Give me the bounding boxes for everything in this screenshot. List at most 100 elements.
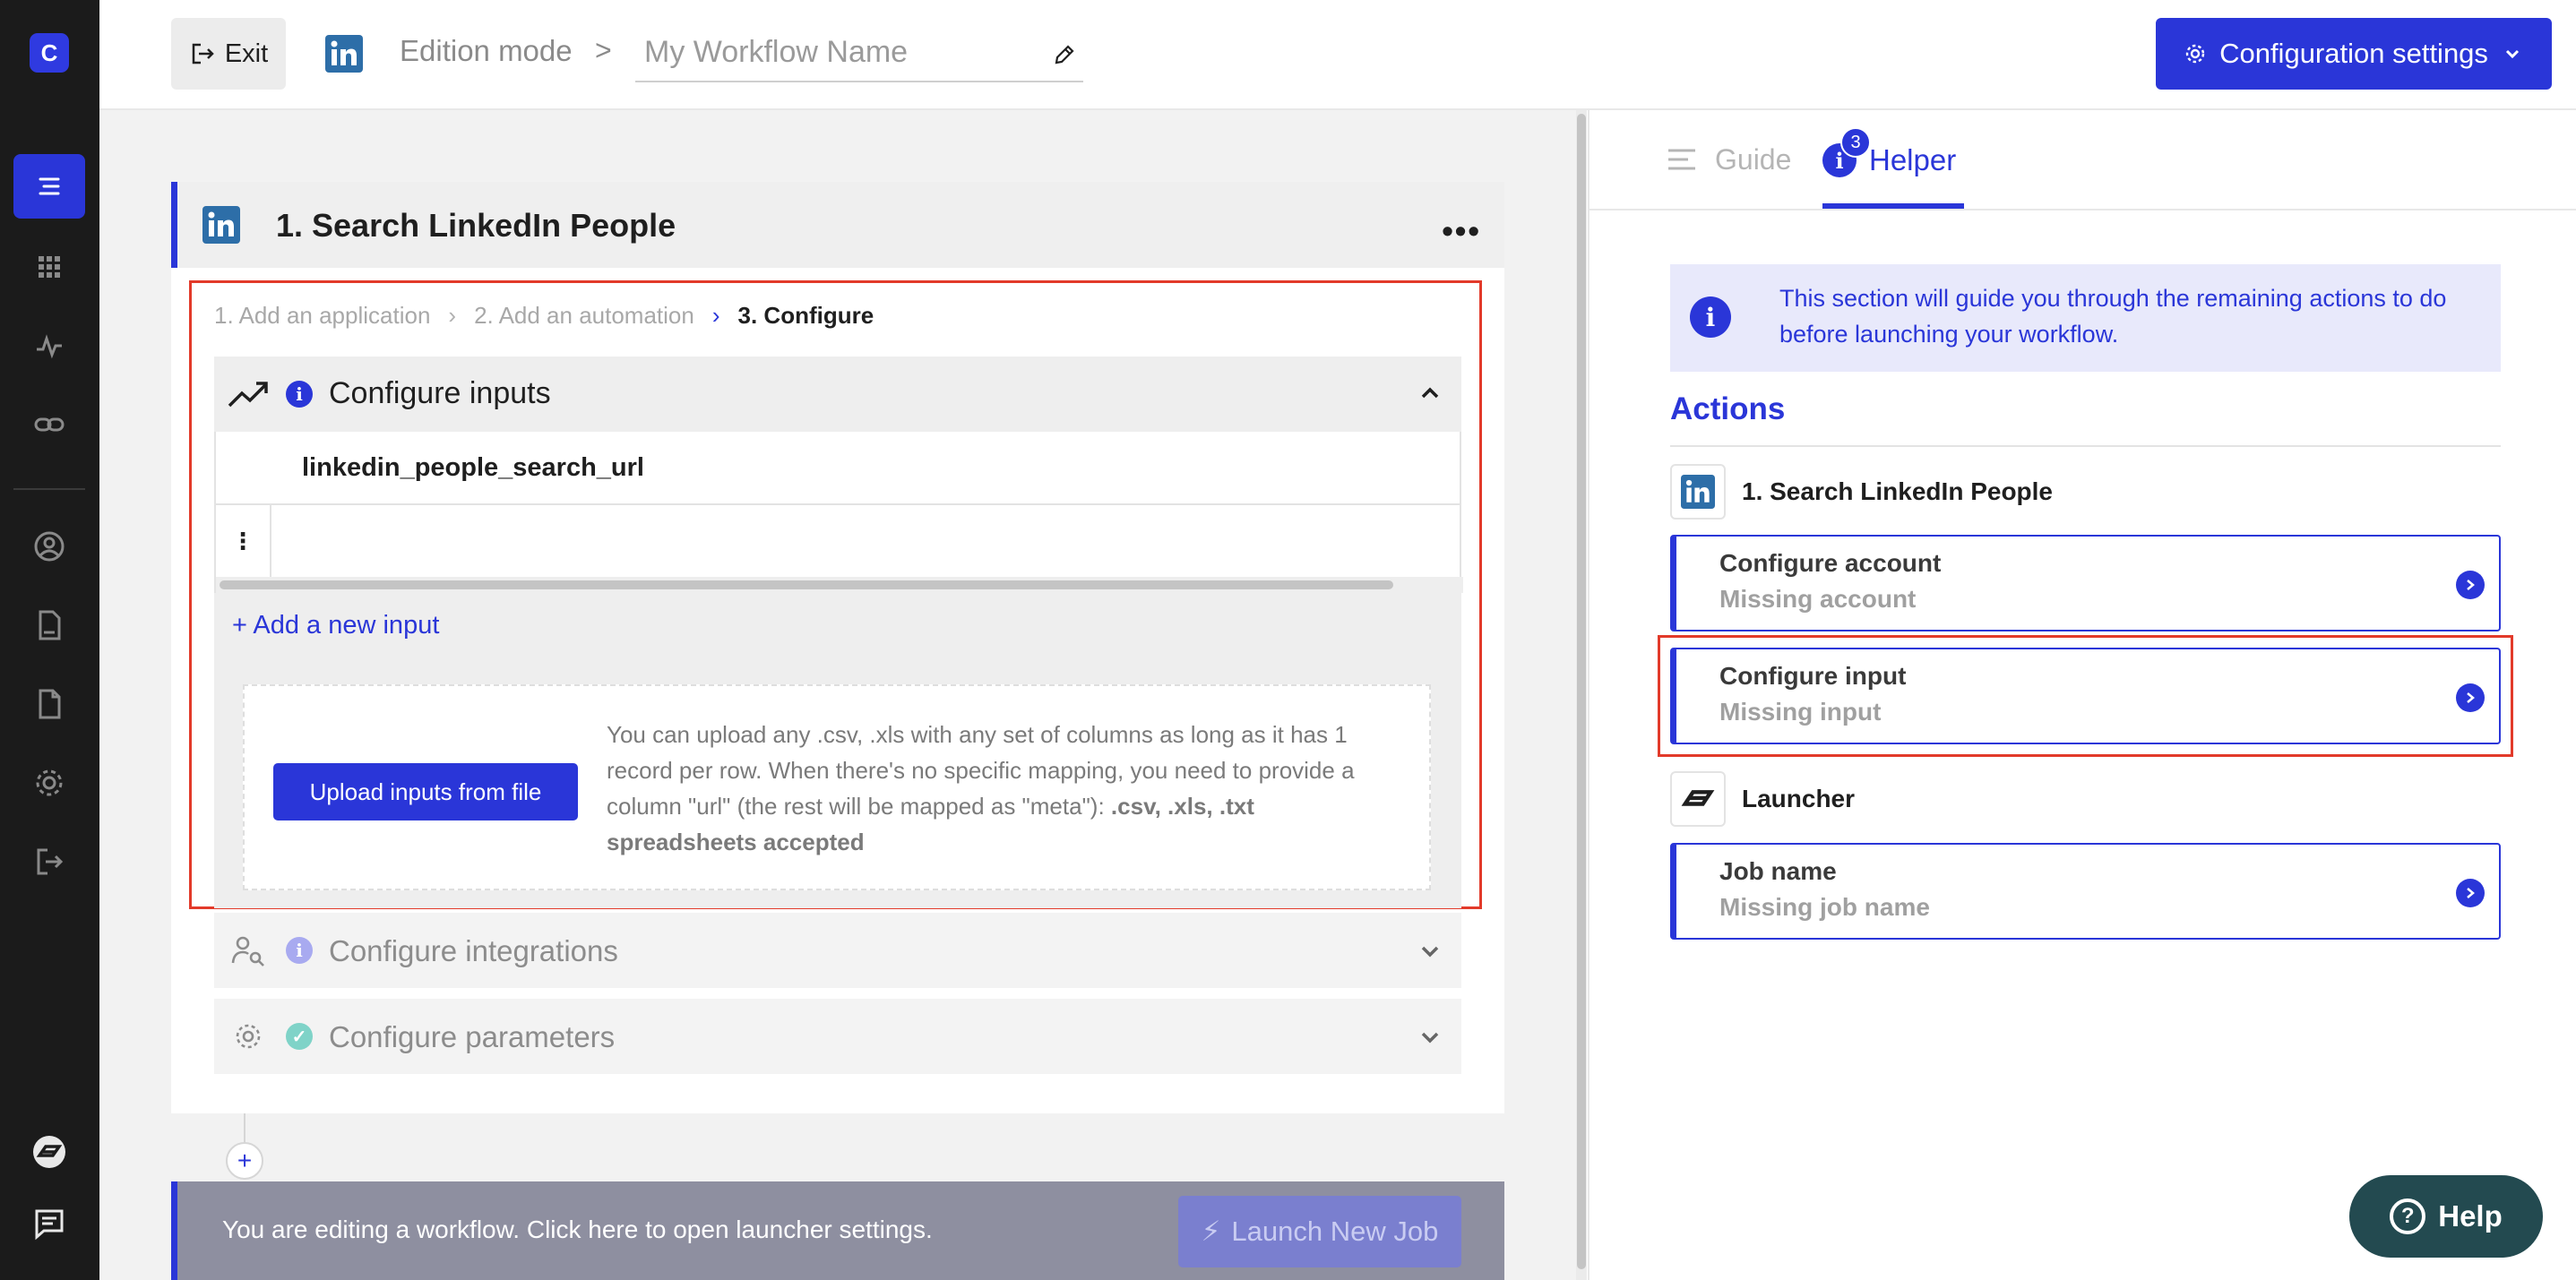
linkedin-icon xyxy=(325,35,363,73)
tab-guide-label: Guide xyxy=(1715,142,1792,176)
nav-settings[interactable] xyxy=(13,751,85,815)
nav-account[interactable] xyxy=(13,514,85,579)
launcher-icon xyxy=(33,1136,65,1168)
pencil-icon[interactable] xyxy=(1053,43,1076,66)
more-options-button[interactable]: ••• xyxy=(1442,212,1481,250)
upload-dropzone[interactable]: Upload inputs from file You can upload a… xyxy=(243,684,1431,890)
chevron-right-icon xyxy=(2467,580,2475,590)
vertical-scrollbar[interactable] xyxy=(1576,110,1587,1280)
configure-account-card[interactable]: Configure account Missing account xyxy=(1670,535,2501,631)
chevron-down-icon xyxy=(1421,1032,1439,1044)
step-configure[interactable]: 3. Configure xyxy=(738,302,874,330)
nav-workflows[interactable] xyxy=(13,154,85,219)
chevron-right-icon: › xyxy=(448,302,457,329)
configure-input-card[interactable]: Configure input Missing input xyxy=(1670,648,2501,744)
menu-lines-icon xyxy=(1668,149,1695,170)
launcher-settings-bar[interactable]: You are editing a workflow. Click here t… xyxy=(171,1181,1504,1280)
app-logo[interactable]: C xyxy=(30,33,69,73)
top-bar: Exit Edition mode > Configuration settin… xyxy=(99,0,2576,110)
check-icon: ✓ xyxy=(286,1023,313,1050)
panel-tabs: Guide i3 Helper xyxy=(1590,110,2576,210)
nav-links[interactable] xyxy=(13,392,85,457)
actions-heading: Actions xyxy=(1670,391,1786,426)
breadcrumb-separator: > xyxy=(595,34,612,66)
nav-chat[interactable] xyxy=(13,1191,85,1256)
upload-area: Upload inputs from file You can upload a… xyxy=(214,657,1461,908)
workflow-editor: 1. Search LinkedIn People ••• 1. Add an … xyxy=(99,110,1578,1280)
tab-helper[interactable]: i3 Helper xyxy=(1822,127,1957,193)
editing-workflow-text[interactable]: You are editing a workflow. Click here t… xyxy=(222,1216,933,1244)
step-add-application[interactable]: 1. Add an application xyxy=(214,302,430,330)
chevron-up-icon[interactable] xyxy=(1417,380,1443,407)
user-search-icon xyxy=(231,936,264,966)
gear-icon xyxy=(36,769,63,796)
chevron-right-circle-icon[interactable] xyxy=(2456,879,2485,907)
add-step-button[interactable]: + xyxy=(226,1142,263,1180)
exit-button[interactable]: Exit xyxy=(171,18,286,90)
nav-documents[interactable] xyxy=(13,593,85,657)
nav-apps[interactable] xyxy=(13,235,85,299)
help-label: Help xyxy=(2438,1199,2503,1233)
gear-icon xyxy=(2185,44,2205,64)
action-card-title: Configure input xyxy=(1719,662,1907,690)
tab-guide[interactable]: Guide xyxy=(1667,137,1791,182)
action-group-search-title: 1. Search LinkedIn People xyxy=(1742,477,2054,505)
chevron-right-circle-icon[interactable] xyxy=(2456,571,2485,599)
workflow-name-field[interactable] xyxy=(635,25,1083,82)
helper-info-box: i This section will guide you through th… xyxy=(1670,264,2501,372)
tab-helper-label: Helper xyxy=(1869,143,1957,176)
configuration-settings-label: Configuration settings xyxy=(2219,38,2488,69)
apps-grid-icon xyxy=(39,256,60,278)
file-icon xyxy=(39,689,61,719)
lightning-icon: ⚡ xyxy=(1201,1216,1221,1247)
exit-label: Exit xyxy=(224,39,269,68)
upload-inputs-button[interactable]: Upload inputs from file xyxy=(273,763,578,820)
launch-new-job-label: Launch New Job xyxy=(1231,1216,1439,1247)
horizontal-scrollbar[interactable] xyxy=(216,577,1463,593)
chevron-right-icon: › xyxy=(711,302,720,329)
document-icon xyxy=(39,610,61,640)
actions-divider xyxy=(1670,445,2501,447)
nav-activity[interactable] xyxy=(13,314,85,378)
gear-icon xyxy=(236,1024,261,1049)
left-sidebar: C xyxy=(0,0,99,1280)
configure-parameters-title: Configure parameters xyxy=(329,1020,616,1053)
add-input-row: + Add a new input xyxy=(214,593,1461,657)
nav-launcher[interactable] xyxy=(13,1120,85,1184)
launch-new-job-button[interactable]: ⚡ Launch New Job xyxy=(1178,1196,1461,1267)
configure-inputs-header[interactable]: i Configure inputs xyxy=(214,357,1461,432)
helper-panel: Guide i3 Helper i This section will guid… xyxy=(1588,110,2576,1280)
logout-icon xyxy=(37,848,64,875)
step-progress: 1. Add an application › 2. Add an automa… xyxy=(214,302,874,330)
step-title: 1. Search LinkedIn People xyxy=(276,207,676,244)
info-icon: i xyxy=(286,937,313,964)
trending-up-icon xyxy=(228,382,268,408)
configure-parameters-row[interactable]: ✓ Configure parameters xyxy=(214,999,1461,1074)
action-group-search: 1. Search LinkedIn People xyxy=(1670,464,2053,520)
help-button[interactable]: ? Help xyxy=(2349,1175,2543,1258)
user-circle-icon xyxy=(34,531,65,562)
action-card-title: Configure account xyxy=(1719,549,1942,577)
scrollbar-thumb[interactable] xyxy=(1577,114,1586,1269)
chevron-right-circle-icon[interactable] xyxy=(2456,683,2485,712)
action-card-subtitle: Missing account xyxy=(1719,585,1917,613)
chevron-right-icon xyxy=(2467,692,2475,703)
row-menu-button[interactable]: ⋮ xyxy=(216,505,271,577)
configuration-settings-button[interactable]: Configuration settings xyxy=(2156,18,2552,90)
inputs-table-header: linkedin_people_search_url xyxy=(216,432,1460,505)
scrollbar-thumb[interactable] xyxy=(220,580,1393,589)
workflow-name-input[interactable] xyxy=(635,25,1030,79)
activity-icon xyxy=(37,334,62,359)
nav-files[interactable] xyxy=(13,672,85,736)
table-row: ⋮ xyxy=(216,505,1460,577)
configure-integrations-row[interactable]: i Configure integrations xyxy=(214,913,1461,988)
nav-logout[interactable] xyxy=(13,829,85,894)
breadcrumb-edition-mode[interactable]: Edition mode xyxy=(400,34,573,68)
helper-count-badge: 3 xyxy=(1840,127,1871,158)
add-new-input-link[interactable]: + Add a new input xyxy=(232,611,439,640)
job-name-card[interactable]: Job name Missing job name xyxy=(1670,843,2501,940)
chevron-right-icon xyxy=(2467,888,2475,898)
step-card-header[interactable]: 1. Search LinkedIn People ••• xyxy=(171,182,1504,268)
step-add-automation[interactable]: 2. Add an automation xyxy=(474,302,694,330)
inputs-table: linkedin_people_search_url ⋮ xyxy=(214,432,1463,593)
